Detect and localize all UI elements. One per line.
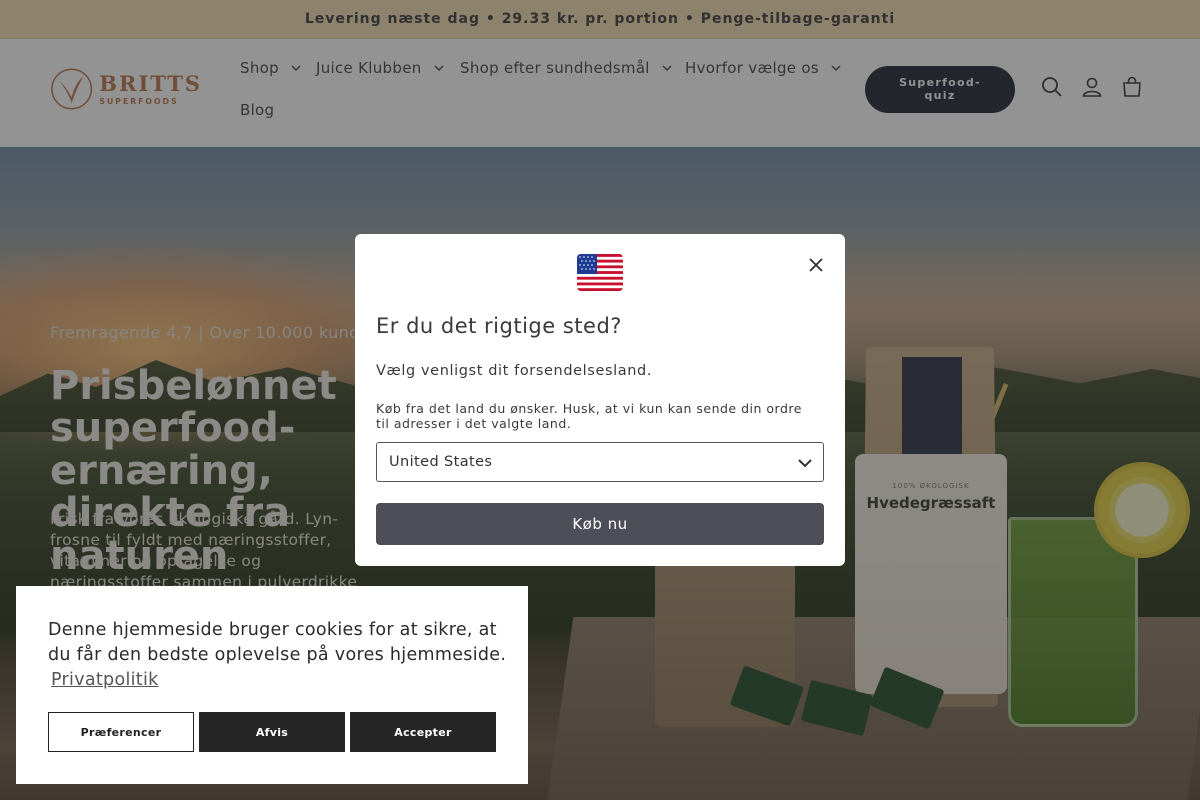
modal-note-text: Køb fra det land du ønsker. Husk, at vi …: [376, 401, 802, 431]
chevron-down-icon: [798, 459, 812, 468]
cookie-accept-button[interactable]: Accepter: [350, 712, 496, 752]
us-flag-icon: [577, 254, 623, 291]
country-selector-modal: Er du det rigtige sted? Vælg venligst di…: [355, 234, 845, 566]
cookie-banner: Denne hjemmeside bruger cookies for at s…: [16, 586, 528, 784]
country-select-value: United States: [389, 454, 493, 470]
modal-lead-text: Vælg venligst dit forsendelsesland.: [376, 363, 653, 379]
buy-now-button[interactable]: Køb nu: [376, 503, 824, 545]
cookie-text: Denne hjemmeside bruger cookies for at s…: [48, 620, 507, 665]
privacy-policy-link[interactable]: Privatpolitik: [51, 670, 159, 690]
close-icon[interactable]: [805, 254, 827, 276]
cookie-deny-button[interactable]: Afvis: [199, 712, 345, 752]
cookie-preferences-button[interactable]: Præferencer: [48, 712, 194, 752]
modal-title: Er du det rigtige sted?: [376, 314, 622, 338]
country-select[interactable]: United States: [376, 442, 824, 482]
